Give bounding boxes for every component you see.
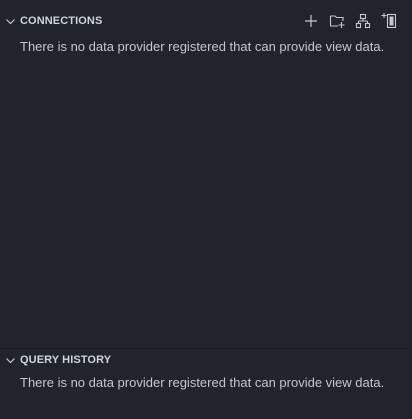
new-folder-icon[interactable] (328, 12, 346, 30)
query-history-header[interactable]: QUERY HISTORY (0, 349, 412, 371)
connections-toolbar (302, 11, 398, 31)
connections-title: CONNECTIONS (20, 15, 103, 27)
connections-empty-message: There is no data provider registered tha… (20, 39, 385, 54)
query-history-empty-message: There is no data provider registered tha… (20, 375, 385, 390)
new-query-icon[interactable] (380, 12, 398, 30)
connections-header[interactable]: CONNECTIONS (0, 10, 412, 32)
server-group-icon[interactable] (354, 12, 372, 30)
connections-panel: CONNECTIONS There is no data provider re… (0, 0, 412, 348)
plus-icon[interactable] (302, 12, 320, 30)
query-history-title: QUERY HISTORY (20, 354, 112, 366)
chevron-down-icon[interactable] (5, 16, 16, 27)
chevron-down-icon[interactable] (5, 355, 16, 366)
query-history-panel: QUERY HISTORY There is no data provider … (0, 348, 412, 419)
